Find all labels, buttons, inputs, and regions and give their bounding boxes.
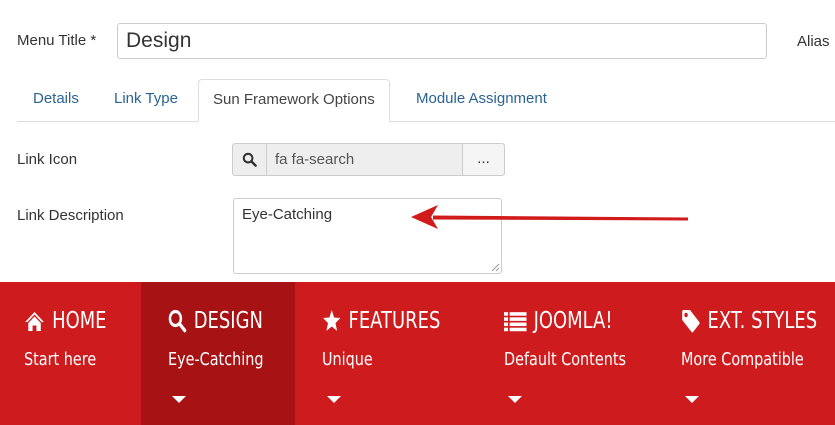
- menu-item-features[interactable]: FEATURES Unique: [295, 282, 478, 425]
- tab-sun-framework-options[interactable]: Sun Framework Options: [198, 79, 390, 122]
- tab-bar: Details Link Type Sun Framework Options …: [17, 79, 835, 122]
- menu-item-design-title: DESIGN: [193, 308, 263, 334]
- link-icon-label: Link Icon: [17, 151, 78, 168]
- menu-item-home-subtitle: Start here: [24, 349, 97, 370]
- search-icon: [233, 144, 267, 175]
- chevron-down-icon: [327, 396, 341, 403]
- chevron-down-icon: [172, 396, 186, 403]
- menu-item-joomla[interactable]: JOOMLA! Default Contents: [478, 282, 656, 425]
- tab-link-type[interactable]: Link Type: [114, 79, 178, 121]
- resize-grip-icon[interactable]: [490, 262, 500, 272]
- menu-item-design-subtitle: Eye-Catching: [168, 349, 264, 370]
- menu-item-design[interactable]: DESIGN Eye-Catching: [141, 282, 295, 425]
- menu-item-joomla-subtitle: Default Contents: [504, 349, 626, 370]
- home-icon: [25, 312, 44, 331]
- menu-title-label: Menu Title *: [17, 32, 97, 49]
- link-description-label: Link Description: [17, 207, 124, 224]
- chevron-down-icon: [685, 396, 699, 403]
- menu-item-features-title: FEATURES: [348, 308, 441, 334]
- menu-item-home[interactable]: HOME Start here: [0, 282, 141, 425]
- menu-item-ext-styles-title: EXT. STYLES: [707, 308, 818, 334]
- main-menu-bar: HOME Start here DESIGN Eye-Catching FEAT…: [0, 282, 835, 425]
- star-icon: [323, 310, 341, 331]
- menu-item-joomla-title: JOOMLA!: [533, 308, 613, 334]
- menu-item-ext-styles-subtitle: More Compatible: [681, 349, 804, 370]
- menu-item-home-title: HOME: [52, 308, 107, 334]
- chevron-down-icon: [508, 396, 522, 403]
- search-icon: [168, 309, 187, 333]
- alias-label: Alias: [797, 33, 830, 50]
- annotation-arrow-icon: [411, 205, 688, 229]
- link-icon-field: fa fa-search ...: [232, 143, 505, 176]
- tab-module-assignment[interactable]: Module Assignment: [416, 79, 547, 121]
- menu-item-features-subtitle: Unique: [322, 349, 373, 370]
- tag-icon: [682, 310, 700, 333]
- link-icon-value: fa fa-search: [275, 151, 355, 168]
- list-icon: [504, 311, 527, 331]
- select-icon-button[interactable]: ...: [462, 144, 504, 175]
- menu-item-ext-styles[interactable]: EXT. STYLES More Compatible: [656, 282, 835, 425]
- tab-details[interactable]: Details: [33, 79, 79, 121]
- menu-title-input[interactable]: [117, 23, 767, 59]
